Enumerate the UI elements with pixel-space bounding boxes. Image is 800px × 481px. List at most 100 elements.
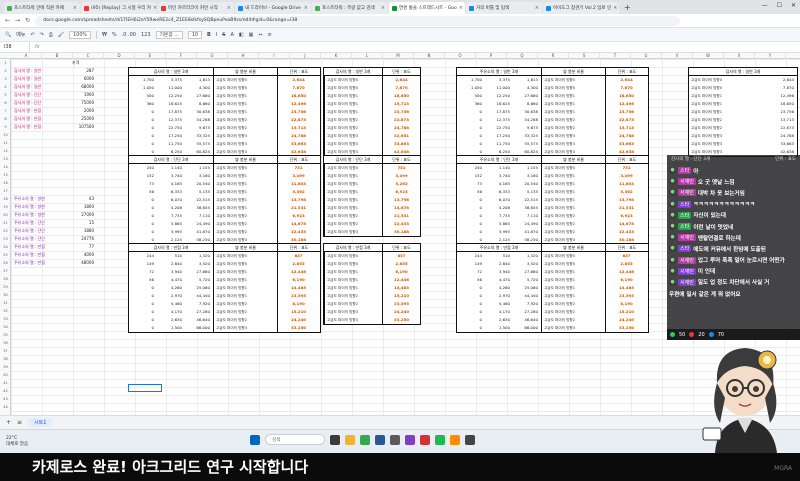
- table-cell[interactable]: 27,660: [513, 92, 541, 100]
- align-icon[interactable]: ≡: [268, 32, 272, 38]
- row-header[interactable]: 44: [0, 403, 11, 411]
- table-cell[interactable]: 14,678: [277, 220, 319, 228]
- stat-row[interactable]: 주유소의 열 : 일반 27000: [12, 211, 96, 219]
- table-cell[interactable]: 고급도 파이의 방향1: [324, 188, 382, 196]
- table-cell[interactable]: 0: [457, 212, 485, 220]
- table-header-cell[interactable]: 단위 : 표도: [605, 156, 648, 163]
- table-cell[interactable]: 2,644: [605, 76, 647, 84]
- row-header[interactable]: 38: [0, 355, 11, 363]
- table-cell[interactable]: 15,210: [382, 292, 420, 300]
- table-cell[interactable]: 13,713: [755, 116, 797, 124]
- table-cell[interactable]: 12,250: [485, 92, 513, 100]
- table-cell[interactable]: 0: [457, 132, 485, 140]
- row-header[interactable]: 18: [0, 195, 11, 203]
- table-cell[interactable]: 고급도 파이의 방향2: [541, 124, 605, 132]
- forward-icon[interactable]: →: [15, 17, 20, 24]
- stat-row[interactable]: 주유소의 열 : 일반 43: [12, 195, 96, 203]
- table-cell[interactable]: 41,870: [513, 228, 541, 236]
- table-cell[interactable]: 500: [129, 92, 157, 100]
- table-cell[interactable]: 12,446: [605, 268, 647, 276]
- table-cell[interactable]: 6,333: [157, 188, 185, 196]
- tab-close-icon[interactable]: ×: [227, 5, 231, 11]
- table-cell[interactable]: 2,840: [485, 260, 513, 268]
- table-cell[interactable]: 13,798: [277, 196, 319, 204]
- table-header-cell[interactable]: 감사의 열 : 일반 3개: [324, 68, 382, 75]
- tab-close-icon[interactable]: ×: [304, 5, 308, 11]
- table-cell[interactable]: 고급도 파이의 방향1: [324, 204, 382, 212]
- table-cell[interactable]: 149: [457, 260, 485, 268]
- selected-cell[interactable]: [128, 384, 162, 392]
- row-header[interactable]: 7: [0, 107, 11, 115]
- table-cell[interactable]: 0: [129, 292, 157, 300]
- chat-username[interactable]: 스타: [678, 245, 692, 253]
- table-cell[interactable]: 17,250: [157, 132, 185, 140]
- chat-username[interactable]: 스타: [678, 200, 692, 208]
- table-cell[interactable]: 751: [605, 164, 647, 172]
- table-cell[interactable]: 고급도 파이의 방향1: [324, 100, 382, 108]
- table-cell[interactable]: 고급도 파이의 방향2: [541, 116, 605, 124]
- table-cell[interactable]: 73: [457, 180, 485, 188]
- table-cell[interactable]: 고급도 파이의 방향1: [324, 284, 382, 292]
- table-cell[interactable]: 고급도 파이의 방향2: [689, 116, 755, 124]
- stat-row[interactable]: 감사의 열 : 일반 68000: [12, 83, 96, 91]
- table-cell[interactable]: 6,070: [157, 196, 185, 204]
- table-cell[interactable]: 152: [129, 172, 157, 180]
- table-cell[interactable]: 12,496: [605, 100, 647, 108]
- table-cell[interactable]: 857: [277, 252, 319, 260]
- table-cell[interactable]: 7,110: [185, 212, 213, 220]
- table-cell[interactable]: 고급도 파이의 방향1: [541, 92, 605, 100]
- table-cell[interactable]: 27,660: [185, 92, 213, 100]
- table-header-cell[interactable]: 단위 : 표도: [382, 244, 420, 251]
- print-icon[interactable]: ⎙: [49, 32, 53, 38]
- table-cell[interactable]: 고급도 파이의 방향2: [541, 316, 605, 324]
- browser-tab[interactable]: 거의 버틀 및 탐색 ×: [466, 2, 542, 14]
- stat-row[interactable]: 주유소의 열 : 단단 24776: [12, 235, 96, 243]
- table-cell[interactable]: 33,663: [605, 140, 647, 148]
- table-cell[interactable]: 244: [457, 252, 485, 260]
- row-header[interactable]: 6: [0, 99, 11, 107]
- table-cell[interactable]: 고급도 파이의 방향0: [541, 164, 605, 172]
- table-cell[interactable]: 23,595: [382, 300, 420, 308]
- table-cell[interactable]: 149: [129, 260, 157, 268]
- table-cell[interactable]: 0: [457, 308, 485, 316]
- table-cell[interactable]: 14,485: [382, 284, 420, 292]
- row-header[interactable]: 4: [0, 83, 11, 91]
- table-cell[interactable]: 72: [129, 268, 157, 276]
- table-cell[interactable]: 4,165: [485, 180, 513, 188]
- table-cell[interactable]: 9,675: [185, 124, 213, 132]
- name-box[interactable]: I38: [0, 41, 30, 53]
- windows-start-icon[interactable]: [250, 434, 260, 445]
- table-header-cell[interactable]: 감사의 열 : 만점 3개: [324, 244, 382, 251]
- table-cell[interactable]: 23,756: [382, 108, 420, 116]
- table-cell[interactable]: 고급도 파이의 방향1: [324, 276, 382, 284]
- table-cell[interactable]: 고급도 파이의 방향2: [324, 220, 382, 228]
- table-cell[interactable]: 33,663: [277, 140, 319, 148]
- table-cell[interactable]: 44,440: [513, 292, 541, 300]
- table-cell[interactable]: 고급도 파이의 방향3: [541, 132, 605, 140]
- row-header[interactable]: 36: [0, 339, 11, 347]
- table-cell[interactable]: 11,803: [605, 180, 647, 188]
- tab-close-icon[interactable]: ×: [153, 5, 157, 11]
- table-cell[interactable]: 고급도 파이의 방향2: [324, 124, 382, 132]
- table-cell[interactable]: 4,170: [157, 308, 185, 316]
- table-cell[interactable]: 2,855: [605, 260, 647, 268]
- browser-tab[interactable]: 내 드라이브 - Google Drive ×: [235, 2, 311, 14]
- table-cell[interactable]: 21,531: [382, 212, 420, 220]
- table-cell[interactable]: 고급도 파이의 방향1: [541, 100, 605, 108]
- browser-tab[interactable]: 마인 카르라코이 커먼 시작 ×: [158, 2, 234, 14]
- table-cell[interactable]: 1,050: [457, 84, 485, 92]
- row-header[interactable]: 20: [0, 211, 11, 219]
- table-cell[interactable]: 0: [129, 284, 157, 292]
- table-cell[interactable]: 6,923: [382, 188, 420, 196]
- table-cell[interactable]: 0: [129, 132, 157, 140]
- table-cell[interactable]: 0: [129, 220, 157, 228]
- table-cell[interactable]: 2,970: [485, 292, 513, 300]
- table-cell[interactable]: 0: [457, 116, 485, 124]
- table-cell[interactable]: 22,750: [485, 124, 513, 132]
- table-cell[interactable]: 6,333: [485, 188, 513, 196]
- table-cell[interactable]: 2,840: [157, 260, 185, 268]
- table-cell[interactable]: 22,873: [755, 124, 797, 132]
- row-header[interactable]: 14: [0, 163, 11, 171]
- table-cell[interactable]: 18,650: [277, 92, 319, 100]
- table-cell[interactable]: 0: [457, 284, 485, 292]
